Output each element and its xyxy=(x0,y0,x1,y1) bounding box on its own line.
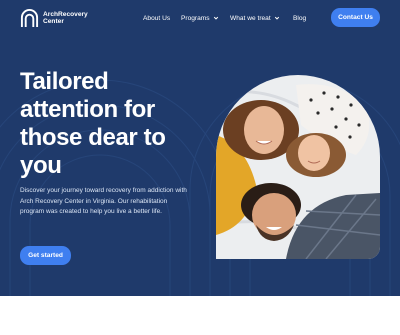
hero-description: Discover your journey toward recovery fr… xyxy=(20,187,187,215)
logo-wordmark: ArchRecovery Center xyxy=(43,11,88,25)
chevron-down-icon xyxy=(274,16,279,20)
hero-section: ArchRecovery Center About Us Programs Wh… xyxy=(0,0,400,296)
arch-logo-icon xyxy=(20,8,39,27)
nav-label: What we treat xyxy=(230,14,271,22)
logo-line-2: Center xyxy=(43,18,64,25)
logo-line-1: ArchRecovery xyxy=(43,11,88,18)
nav-label: Programs xyxy=(181,14,210,22)
family-photo xyxy=(216,75,380,259)
nav-link-blog[interactable]: Blog xyxy=(293,12,306,24)
site-logo[interactable]: ArchRecovery Center xyxy=(20,8,90,28)
chevron-down-icon xyxy=(213,16,218,20)
hero-headline: Tailored attention for those dear to you xyxy=(20,68,166,179)
nav-link-about-us[interactable]: About Us xyxy=(143,12,170,24)
nav-dropdown-what-we-treat[interactable]: What we treat xyxy=(230,12,280,24)
get-started-button[interactable]: Get started xyxy=(20,246,71,265)
nav-label: About Us xyxy=(143,14,171,22)
nav-label: Blog xyxy=(293,14,307,22)
contact-us-button[interactable]: Contact Us xyxy=(331,8,380,27)
nav-dropdown-programs[interactable]: Programs xyxy=(181,12,219,24)
